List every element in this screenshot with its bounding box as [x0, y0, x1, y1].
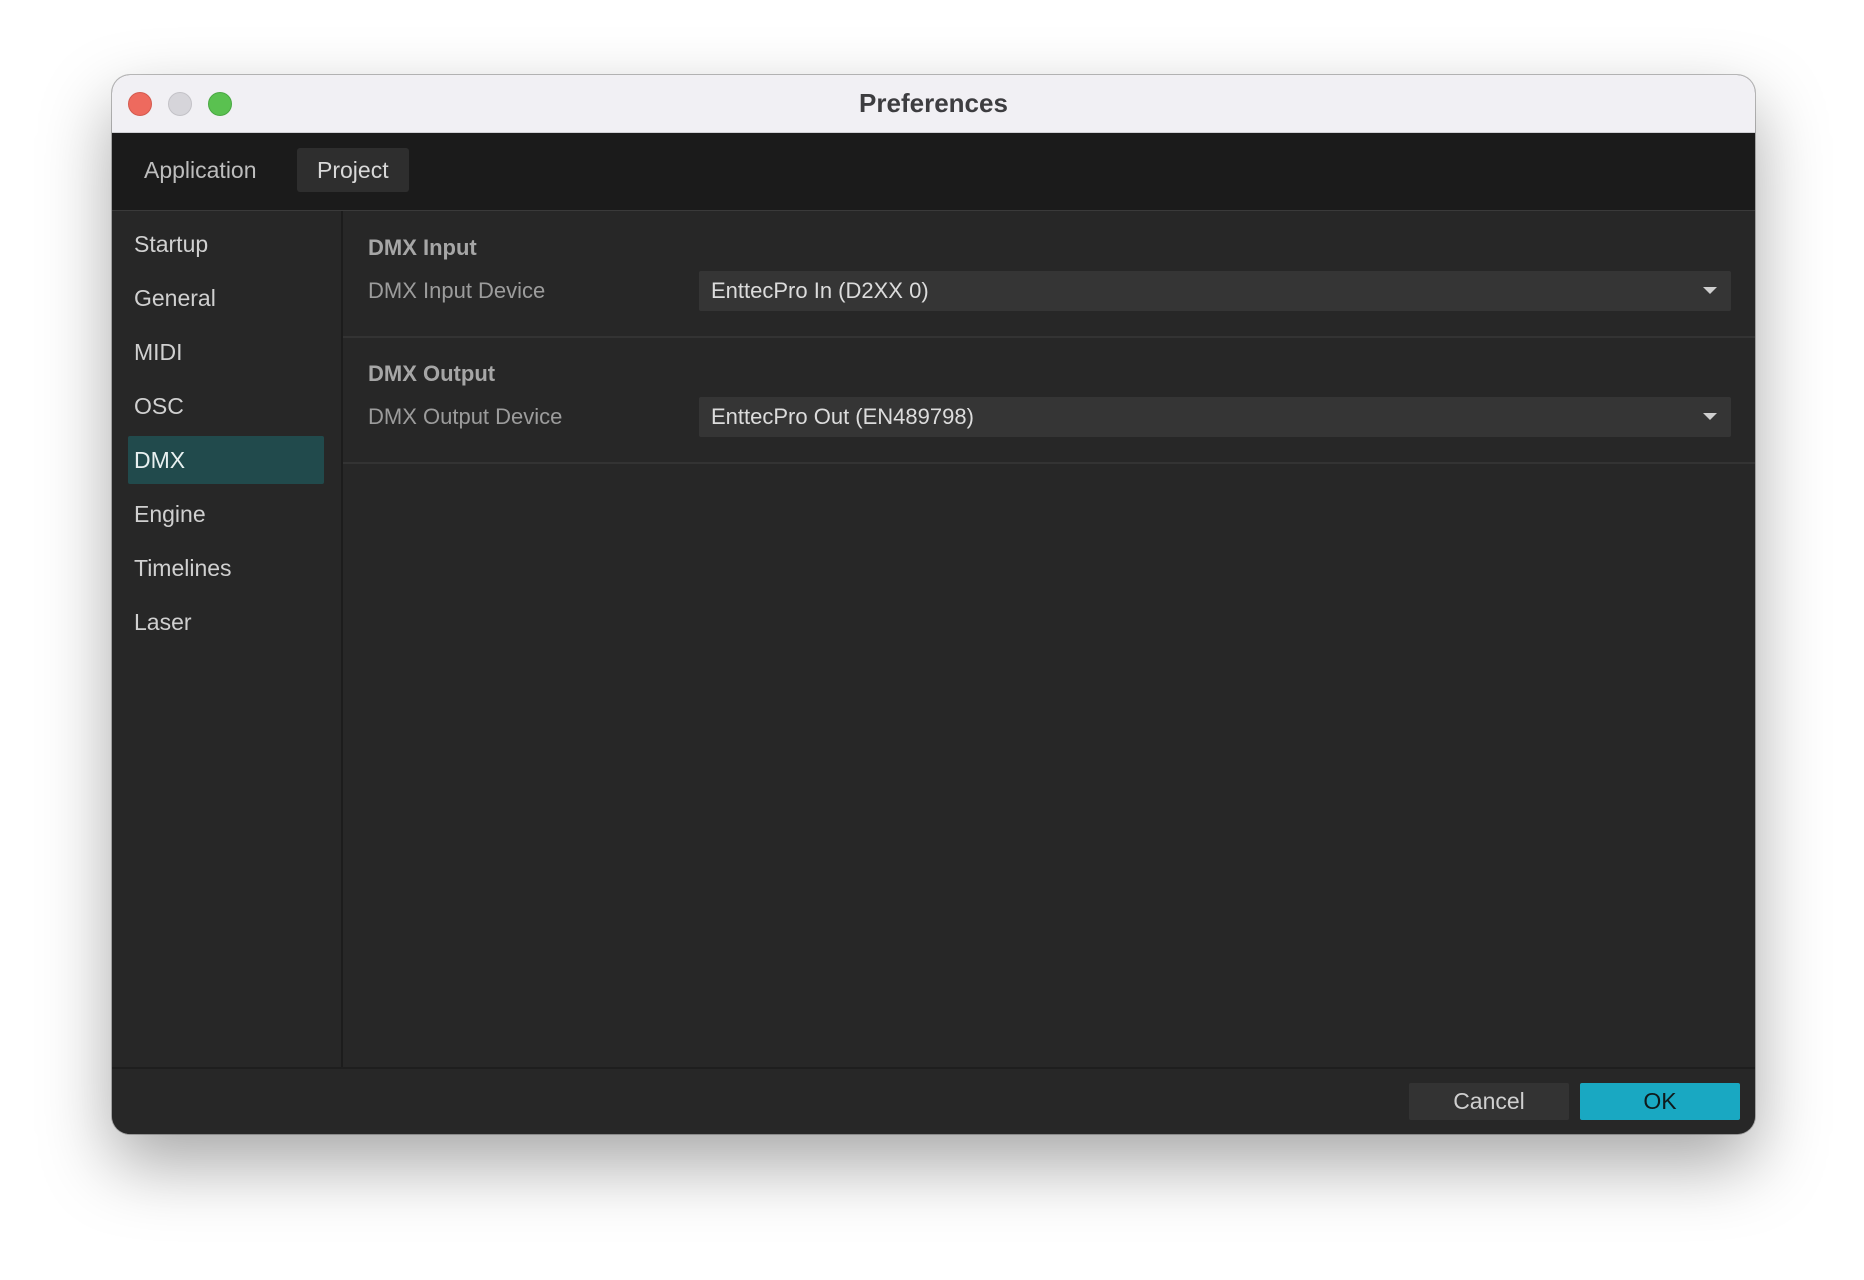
field-label: DMX Input Device: [368, 278, 546, 303]
sidebar-item-engine[interactable]: Engine: [128, 490, 324, 538]
sidebar: Startup General MIDI OSC DMX Engine Time…: [112, 211, 343, 1068]
sidebar-item-laser[interactable]: Laser: [128, 598, 324, 646]
section-title: DMX Output: [368, 361, 496, 386]
title-bar: Preferences: [112, 75, 1755, 133]
dmx-output-section: DMX Output DMX Output Device EnttecPro O…: [343, 337, 1755, 464]
tab-application[interactable]: Application: [124, 148, 277, 192]
window-title: Preferences: [859, 88, 1008, 118]
sidebar-item-midi[interactable]: MIDI: [128, 328, 324, 376]
dmx-input-section: DMX Input DMX Input Device EnttecPro In …: [343, 211, 1755, 338]
chevron-down-icon: [1703, 413, 1717, 420]
select-value: EnttecPro In (D2XX 0): [711, 278, 929, 303]
ok-button[interactable]: OK: [1580, 1083, 1740, 1120]
select-value: EnttecPro Out (EN489798): [711, 404, 974, 429]
sidebar-item-startup[interactable]: Startup: [128, 220, 324, 268]
settings-content: DMX Input DMX Input Device EnttecPro In …: [343, 211, 1755, 1068]
field-label: DMX Output Device: [368, 404, 563, 429]
dmx-output-device-select[interactable]: EnttecPro Out (EN489798): [699, 397, 1731, 437]
dmx-input-device-select[interactable]: EnttecPro In (D2XX 0): [699, 271, 1731, 311]
sidebar-item-dmx[interactable]: DMX: [128, 436, 324, 484]
cancel-button[interactable]: Cancel: [1409, 1083, 1569, 1120]
chevron-down-icon: [1703, 287, 1717, 294]
tab-bar: Application Project: [112, 133, 1755, 211]
section-title: DMX Input: [368, 235, 477, 260]
dialog-footer: Cancel OK: [112, 1067, 1755, 1134]
tab-project[interactable]: Project: [297, 148, 409, 192]
sidebar-item-osc[interactable]: OSC: [128, 382, 324, 430]
preferences-window: Preferences Application Project Startup …: [112, 75, 1755, 1134]
sidebar-item-timelines[interactable]: Timelines: [128, 544, 324, 592]
sidebar-item-general[interactable]: General: [128, 274, 324, 322]
